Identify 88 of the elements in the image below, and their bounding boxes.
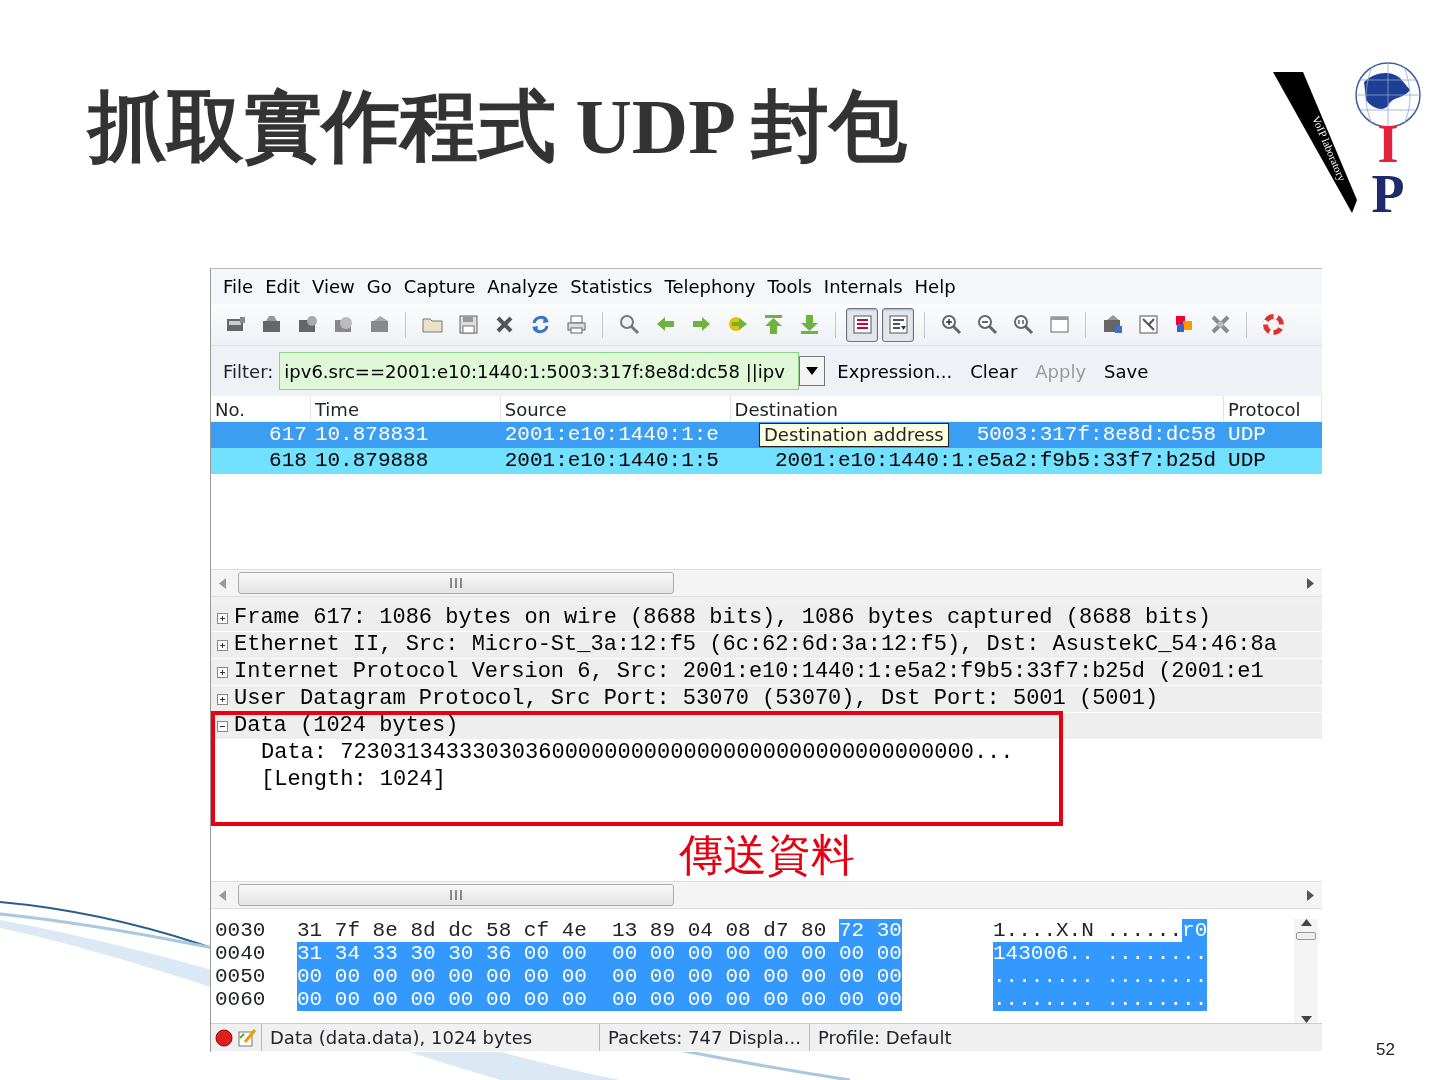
menu-item[interactable]: Help — [914, 273, 956, 300]
lifebuoy-icon — [1261, 313, 1285, 336]
toolbar-button[interactable] — [882, 307, 914, 342]
menu-item[interactable]: Go — [366, 273, 392, 300]
filter-field[interactable]: ipv6.src==2001:e10:1440:1:5003:317f:8e8d:dc58 ||ipv — [279, 352, 800, 390]
grip-icon — [449, 890, 463, 900]
expand-icon[interactable] — [217, 639, 228, 651]
down-arrow-icon[interactable] — [1300, 1016, 1312, 1023]
toolbar-button[interactable]: Save — [1098, 357, 1155, 385]
right-arrow-icon[interactable] — [1307, 889, 1314, 901]
zoom-in-icon — [939, 313, 963, 336]
toolbar-button[interactable] — [846, 307, 878, 342]
table-cell: 10.879888 — [314, 449, 429, 472]
collapse-icon[interactable] — [217, 720, 228, 732]
grip-icon — [449, 578, 463, 588]
hex-offset: 0050 — [214, 965, 267, 988]
page-number: 52 — [1376, 1039, 1395, 1061]
ascii-text: r0 — [1182, 919, 1208, 942]
hex-bytes: 00 00 00 00 00 00 00 00 00 00 00 00 00 00 00 00 — [297, 965, 902, 988]
tree-item[interactable]: [Length: 1024] — [261, 770, 446, 790]
toolbar-button[interactable]: Clear — [964, 357, 1024, 385]
expand-icon[interactable] — [217, 612, 228, 624]
hex-bytes: 31 7f 8e 8d dc 58 cf 4e 13 89 04 08 d7 80 — [297, 919, 827, 942]
menu-item[interactable]: File — [223, 273, 254, 300]
table-cell: 617 — [269, 423, 307, 446]
menu-item[interactable]: Edit — [265, 273, 300, 300]
column-header[interactable]: No. — [211, 396, 311, 421]
list-icon — [850, 313, 874, 336]
table-cell: 10.878831 — [314, 423, 429, 446]
column-header[interactable]: Source — [500, 396, 731, 421]
hex-bytes: 72 30 — [838, 919, 902, 942]
expand-icon[interactable] — [217, 666, 228, 678]
hex-bytes: 31 34 33 30 30 36 00 00 00 00 00 00 00 00 00 00 — [297, 942, 902, 965]
expand-icon[interactable] — [217, 693, 228, 705]
table-cell: 2001:e10:1440:1:5 — [504, 449, 719, 472]
hex-bytes: 00 00 00 00 00 00 00 00 00 00 00 00 00 00 00 00 — [297, 988, 902, 1011]
ascii-text: 143006.. ........ — [993, 942, 1208, 965]
zoom-out-icon — [975, 313, 999, 336]
scrollbar-thumb[interactable] — [1296, 932, 1316, 940]
status-text: Profile: Default — [809, 1024, 1009, 1051]
checkbox-icon — [1136, 313, 1160, 336]
status-text: Data (data.data), 1024 bytes — [261, 1024, 599, 1051]
hex-offset: 0060 — [214, 988, 267, 1011]
scrollbar-thumb[interactable] — [238, 884, 674, 906]
up-arrow-icon[interactable] — [1300, 919, 1312, 926]
tree-item[interactable]: Data (1024 bytes) — [234, 716, 459, 736]
table-cell: 5003:317f:8e8d:dc58 — [976, 423, 1217, 446]
toolbar-button[interactable]: Expression... — [831, 357, 959, 385]
annotation-caption: 傳送資料 — [679, 831, 855, 880]
table-cell: 2001:e10:1440:1:e — [504, 423, 719, 446]
globe-icon — [1355, 62, 1421, 128]
column-header[interactable]: Destination — [730, 396, 1225, 421]
hex-offset: 0030 — [214, 919, 267, 942]
right-arrow-icon[interactable] — [1307, 577, 1314, 589]
search-icon — [617, 313, 641, 336]
filter-label: Filter: — [223, 359, 274, 384]
status-text: Packets: 747 Displa... — [599, 1024, 809, 1051]
menu-item[interactable]: View — [312, 273, 355, 300]
table-cell: 618 — [269, 449, 307, 472]
caret-icon — [806, 367, 819, 375]
table-cell: 2001:e10:1440:1:e5a2:f9b5:33f7:b25d — [775, 449, 1217, 472]
menu-item[interactable]: Analyze — [487, 273, 559, 300]
zoom-reset-icon — [1011, 313, 1035, 336]
tooltip: Destination address — [759, 423, 949, 447]
slide-title: 抓取實作程式 UDP 封包 — [88, 88, 907, 166]
printer-icon — [564, 313, 588, 336]
record-icon[interactable] — [215, 1028, 233, 1047]
window-icon — [1047, 313, 1071, 336]
scrollbar-thumb[interactable] — [238, 572, 674, 594]
ascii-text: ........ ........ — [993, 988, 1208, 1011]
menu-item[interactable]: Statistics — [570, 273, 653, 300]
ascii-text: ........ ........ — [993, 965, 1208, 988]
ascii-text: 1....X.N ...... — [993, 919, 1183, 942]
menu-item[interactable]: Internals — [823, 273, 903, 300]
menu-item[interactable]: Telephony — [664, 273, 756, 300]
left-arrow-icon[interactable] — [219, 889, 226, 901]
column-header[interactable]: Time — [310, 396, 501, 421]
dropdown-button[interactable] — [799, 356, 826, 386]
table-cell: UDP — [1228, 449, 1266, 472]
table-cell: UDP — [1228, 423, 1266, 446]
column-header[interactable]: Protocol — [1224, 396, 1322, 421]
list-icon — [886, 313, 910, 336]
hex-offset: 0040 — [214, 942, 267, 965]
tree-item[interactable]: Data: 723031343330303600000000000000000000000000000000... — [261, 743, 1014, 763]
menu-item[interactable]: Capture — [403, 273, 476, 300]
menu-item[interactable]: Tools — [767, 273, 812, 300]
packet-row[interactable]: 618 10.879888 2001:e10:1440:1:5 2001:e10:1440:1:e5a2:f9b5:33f7:b25d UDP — [211, 448, 1322, 474]
left-arrow-icon[interactable] — [219, 577, 226, 589]
